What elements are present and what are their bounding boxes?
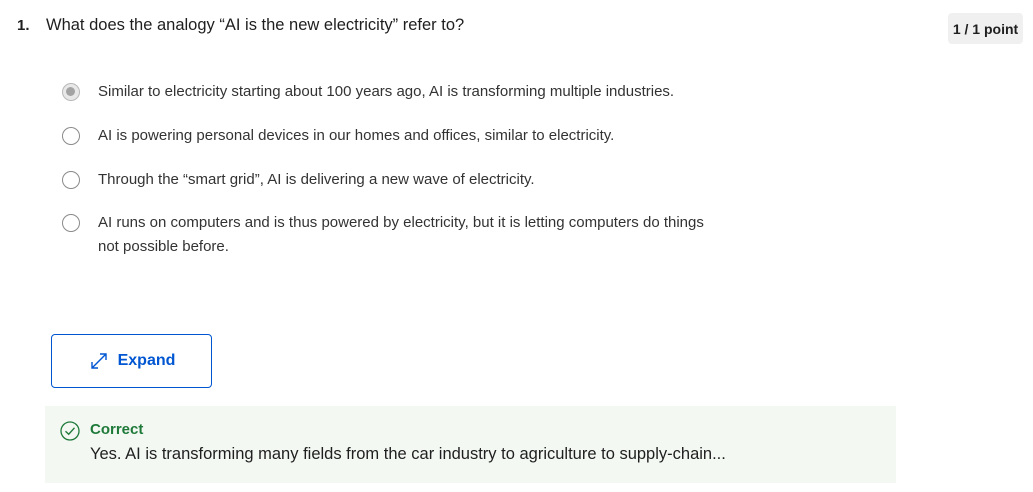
expand-arrows-icon: [88, 350, 110, 372]
option-label: AI is powering personal devices in our h…: [98, 127, 615, 144]
feedback-title: Correct: [90, 421, 144, 438]
radio-button[interactable]: [62, 171, 80, 189]
feedback-text: Yes. AI is transforming many fields from…: [90, 445, 726, 463]
answer-option-3[interactable]: Through the “smart grid”, AI is deliveri…: [62, 170, 535, 192]
radio-button[interactable]: [62, 127, 80, 145]
question-number: 1.: [17, 17, 30, 34]
question-text: What does the analogy “AI is the new ele…: [46, 16, 465, 34]
expand-label: Expand: [117, 352, 176, 369]
option-label: Through the “smart grid”, AI is deliveri…: [98, 171, 535, 188]
points-badge: 1 / 1 point: [948, 13, 1023, 44]
answer-option-1[interactable]: Similar to electricity starting about 10…: [62, 82, 674, 104]
answer-option-2[interactable]: AI is powering personal devices in our h…: [62, 126, 614, 148]
expand-button[interactable]: Expand: [51, 334, 212, 388]
feedback-panel: Correct Yes. AI is transforming many fie…: [45, 406, 896, 483]
check-circle-icon: [60, 421, 80, 441]
answer-option-4[interactable]: AI runs on computers and is thus powered…: [62, 213, 722, 259]
option-label: AI runs on computers and is thus powered…: [98, 214, 704, 255]
option-label: Similar to electricity starting about 10…: [98, 83, 675, 100]
quiz-question-page: 1. What does the analogy “AI is the new …: [0, 0, 1033, 492]
radio-button-selected[interactable]: [62, 83, 80, 101]
radio-button[interactable]: [62, 214, 80, 232]
